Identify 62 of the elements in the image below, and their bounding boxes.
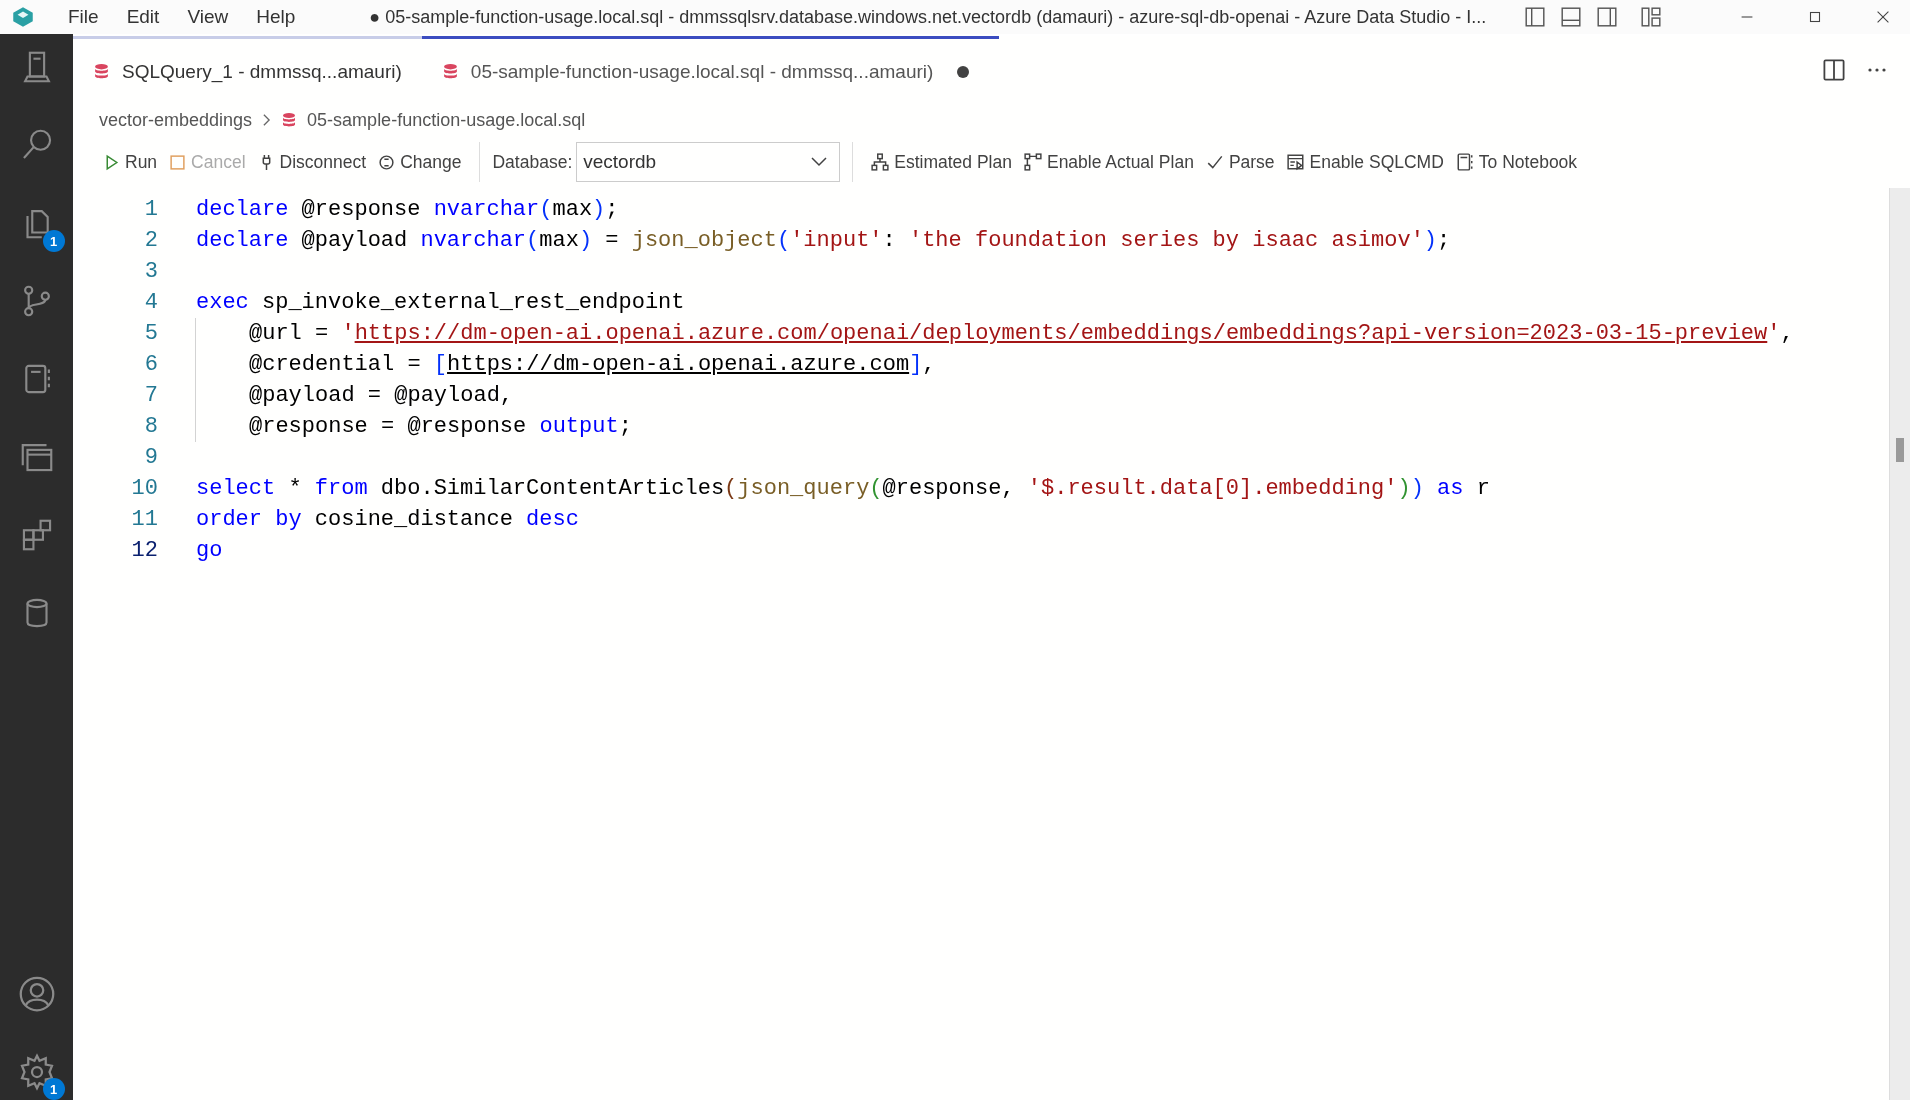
line-number: 12 — [130, 538, 158, 563]
breadcrumb-item[interactable]: vector-embeddings — [99, 109, 253, 131]
editor-tab[interactable]: 05-sample-function-usage.local.sql - dmmssq...amauri) — [421, 36, 1000, 104]
toolbar-button[interactable]: Change — [372, 149, 468, 175]
line-number: 1 — [143, 197, 158, 222]
database-label: Database: — [492, 151, 573, 173]
line-number: 5 — [143, 321, 158, 346]
cancel-icon — [169, 153, 187, 171]
editor-tab[interactable]: SQLQuery_1 - dmmssq...amauri) — [73, 36, 422, 104]
code-line: go — [196, 538, 223, 563]
database-icon — [441, 63, 459, 80]
code-line: @response = @response output; — [249, 414, 632, 439]
code-line: order by cosine_distance desc — [196, 507, 579, 532]
code-line: declare @response nvarchar(max); — [196, 197, 619, 222]
database-dropdown[interactable]: vectordb — [576, 142, 841, 182]
line-number: 9 — [143, 445, 158, 470]
breadcrumb-item[interactable]: 05-sample-function-usage.local.sql — [307, 109, 586, 131]
database-icon — [93, 63, 110, 80]
database-icon — [281, 112, 298, 128]
parse-icon — [1205, 153, 1224, 171]
line-number: 11 — [130, 507, 158, 532]
code-line: declare @payload nvarchar(max) = json_object('input': 'the foundation series by isaac asimov'); — [196, 228, 1451, 253]
code-line: exec sp_invoke_external_rest_endpoint — [196, 290, 685, 315]
line-number: 4 — [143, 290, 158, 315]
plan-icon — [871, 153, 890, 171]
menu-item[interactable]: View — [173, 6, 243, 28]
code-line: select * from dbo.SimilarContentArticles(json_query(@response, '$.result.data[0].embedding')) as r — [196, 476, 1490, 501]
change-icon — [378, 153, 396, 171]
toolbar-button[interactable]: Enable Actual Plan — [1017, 149, 1200, 175]
split-editor-icon[interactable] — [1822, 58, 1846, 82]
line-number: 8 — [143, 414, 158, 439]
toolbar-button[interactable]: Disconnect — [251, 149, 373, 175]
more-actions-icon[interactable] — [1866, 67, 1888, 73]
line-number: 2 — [143, 228, 158, 253]
toolbar-button[interactable]: Run — [97, 149, 164, 175]
line-number: 6 — [143, 352, 158, 377]
line-number: 3 — [143, 259, 158, 284]
line-number: 10 — [130, 476, 158, 501]
menu-item[interactable]: Edit — [112, 6, 174, 28]
actual-icon — [1023, 153, 1042, 171]
window-title: ● 05-sample-function-usage.local.sql - dmmssqlsrv.database.windows.net.vectordb (damauri) - azure-sql-db-openai - Azure Data Studio - I... — [369, 6, 1487, 28]
chevron-down-icon — [811, 157, 828, 167]
scrollbar[interactable] — [1889, 188, 1910, 1100]
toolbar-button[interactable]: Enable SQLCMD — [1280, 149, 1450, 175]
code-line: @url = 'https://dm-open-ai.openai.azure.com/openai/deployments/embeddings/embeddings?api-version=2023-03-15-preview', — [249, 321, 1794, 346]
notebook-icon — [1455, 153, 1474, 171]
line-number: 7 — [143, 383, 158, 408]
toolbar-button[interactable]: To Notebook — [1449, 149, 1584, 175]
notification-badge: 1 — [42, 230, 65, 252]
layout-icon[interactable] — [1640, 6, 1662, 28]
notification-badge: 1 — [42, 1078, 65, 1100]
menu-item[interactable]: Help — [242, 6, 310, 28]
menu-item[interactable]: File — [54, 6, 113, 28]
code-line: @payload = @payload, — [249, 383, 514, 408]
chevron-right-icon — [262, 113, 272, 127]
toolbar-button[interactable]: Estimated Plan — [865, 149, 1018, 175]
layout-icon[interactable] — [1524, 6, 1546, 28]
layout-icon[interactable] — [1596, 6, 1618, 28]
sqlcmd-icon — [1286, 153, 1305, 171]
toolbar-button[interactable]: Parse — [1199, 149, 1281, 175]
layout-icon[interactable] — [1560, 6, 1582, 28]
code-line: @credential = [https://dm-open-ai.openai.azure.com], — [249, 352, 936, 377]
